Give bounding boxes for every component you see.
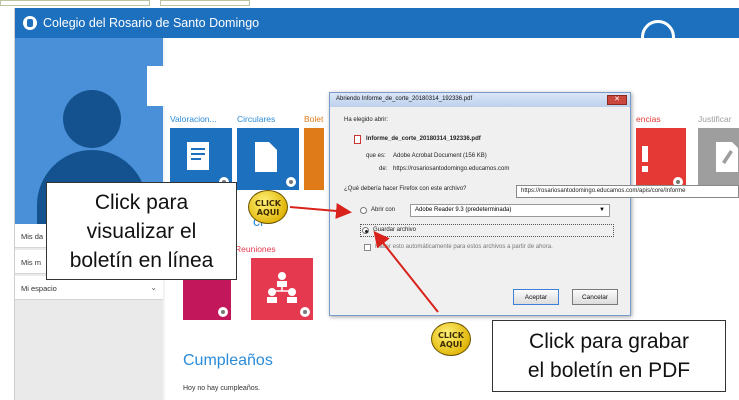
annotation-arrows	[289, 202, 439, 313]
arrow-to-save-file	[373, 230, 439, 313]
arrow-to-open-with	[289, 202, 352, 219]
